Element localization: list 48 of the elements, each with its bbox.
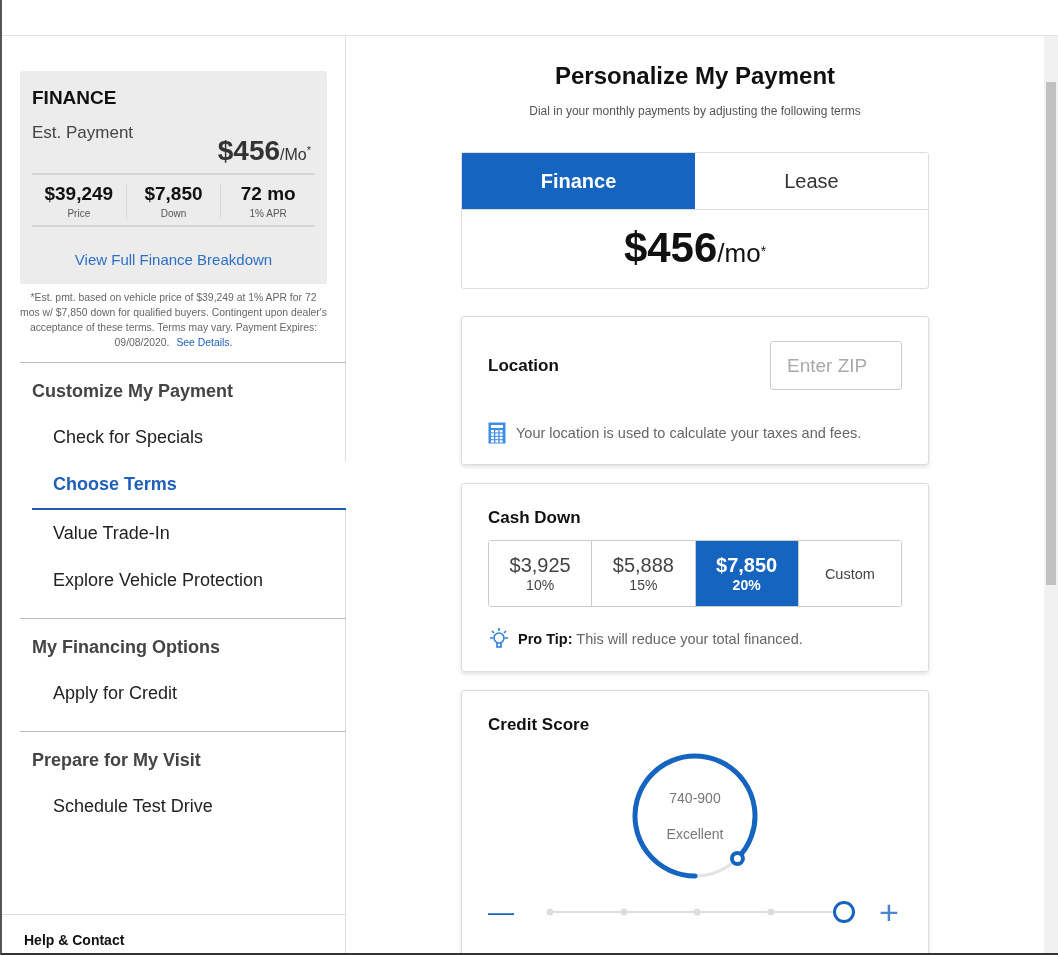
scrollbar[interactable] <box>1044 36 1058 953</box>
pro-tip-text: Pro Tip: This will reduce your total financed. <box>518 631 803 647</box>
slider-thumb[interactable] <box>833 901 855 923</box>
help-contact-link[interactable]: Help & Contact <box>24 932 125 948</box>
cash-down-option[interactable]: $7,850 20% <box>694 541 798 606</box>
tab[interactable]: Finance <box>462 153 695 210</box>
custom-option[interactable]: Custom <box>797 541 901 606</box>
stat-value: $7,850 <box>144 183 203 205</box>
score-range: 740-900 <box>669 790 721 806</box>
increase-button[interactable]: + <box>876 895 902 929</box>
slider-step-marker <box>546 908 554 916</box>
lightbulb-icon <box>488 627 510 651</box>
stat-value: $39,249 <box>44 183 114 205</box>
finance-breakdown-link[interactable]: View Full Finance Breakdown <box>32 251 315 268</box>
section-title: Location <box>488 355 559 376</box>
decrease-button[interactable]: — <box>488 899 514 925</box>
nav-section-heading: Prepare for My Visit <box>31 750 202 772</box>
est-payment-label: Est. Payment <box>32 123 134 144</box>
score-rating: Excellent <box>666 826 724 842</box>
nav-section-heading: My Financing Options <box>31 637 221 659</box>
page-subtitle: Dial in your monthly payments by adjusting the following terms <box>529 104 861 118</box>
zip-field[interactable]: Enter ZIP <box>770 341 902 390</box>
scrollbar-thumb[interactable] <box>1046 82 1056 585</box>
page-title: Personalize My Payment <box>554 62 836 90</box>
stat-label: Price <box>67 208 91 219</box>
payment-amount: $456/Mo$^{*}$ <box>217 135 311 167</box>
stat-label: 1% APR <box>249 208 287 219</box>
nav-item[interactable]: Apply for Credit <box>20 670 178 718</box>
nav-section-heading: Customize My Payment <box>31 381 235 403</box>
section-title: Cash Down <box>488 508 582 528</box>
nav-item[interactable]: Value Trade-In <box>20 510 170 558</box>
nav-item[interactable]: Explore Vehicle Protection <box>20 557 264 605</box>
nav-item[interactable]: Schedule Test Drive <box>20 783 213 831</box>
section-title: Credit Score <box>488 715 591 735</box>
location-note: Your location is used to calculate your taxes and fees. <box>516 425 862 441</box>
calculator-icon <box>488 422 506 444</box>
disclaimer-text: *Est. pmt. based on vehicle price of $39,249 at 1% APR for 72 mos w/ $7,850 down for qualified buyers. Contingent upon dealer's acceptance of these terms. Terms may vary. Payment Expires: 09/08/2020. See Details. <box>20 291 327 351</box>
stat-value: 72 mo <box>240 183 296 205</box>
monthly-payment: $456/mo$^{*}$ <box>622 223 768 273</box>
tab[interactable]: Lease <box>695 153 928 210</box>
card-title: FINANCE <box>32 87 118 109</box>
slider-step-marker <box>767 908 774 916</box>
nav-item[interactable]: Choose Terms <box>32 461 346 511</box>
see-details-link[interactable]: See Details. <box>176 337 233 349</box>
stat-label: Down <box>160 208 187 219</box>
slider-step-marker <box>693 908 701 916</box>
slider-step-marker <box>620 908 627 916</box>
nav-item[interactable]: Check for Specials <box>20 414 204 462</box>
